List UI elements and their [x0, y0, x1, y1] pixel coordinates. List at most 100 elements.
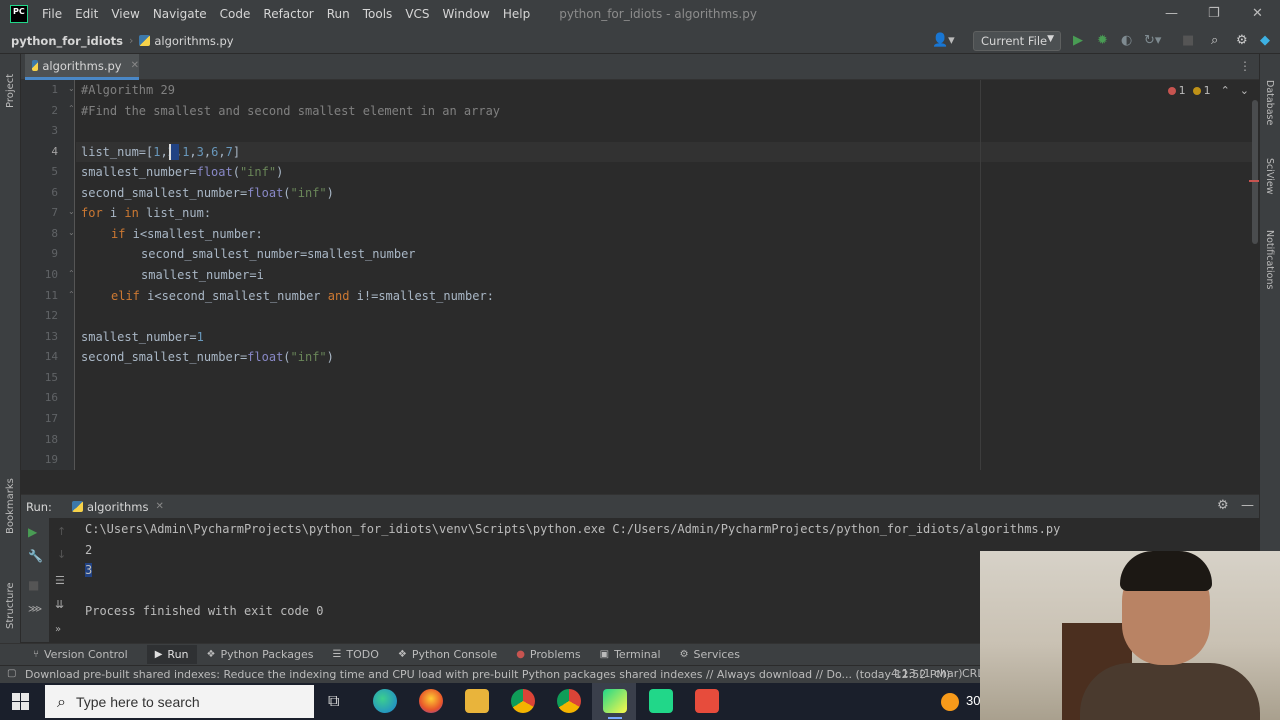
pycharm-ce-icon[interactable]: [649, 689, 673, 713]
code-line-2[interactable]: #Find the smallest and second smallest e…: [81, 104, 500, 124]
pycharm-taskbar-icon[interactable]: [603, 689, 627, 713]
fold-marker-icon[interactable]: ⌃: [68, 269, 76, 279]
rerun-icon[interactable]: ▶: [28, 525, 37, 539]
tab-run[interactable]: ▶ Run: [146, 645, 197, 664]
code-token: "inf": [290, 186, 327, 200]
code-line-4[interactable]: list_num=[1,2,1,3,6,7]: [81, 145, 240, 165]
hide-panel-icon[interactable]: —: [1241, 498, 1254, 513]
stop-icon[interactable]: ■: [28, 578, 39, 592]
menu-navigate[interactable]: Navigate: [153, 7, 207, 21]
settings-gear-icon[interactable]: ⚙: [1217, 498, 1229, 513]
menu-run[interactable]: Run: [327, 7, 350, 21]
close-window-icon[interactable]: ✕: [1252, 6, 1263, 21]
tab-todo[interactable]: ☰ TODO: [332, 648, 378, 661]
tab-problems[interactable]: ● Problems: [516, 648, 580, 661]
toggle-tool-windows-icon[interactable]: ▢: [7, 668, 16, 679]
minimize-icon[interactable]: —: [1165, 6, 1178, 21]
menu-file[interactable]: File: [42, 7, 62, 21]
code-line-13[interactable]: smallest_number=1: [81, 330, 204, 350]
wrench-icon[interactable]: 🔧: [28, 549, 43, 563]
menu-refactor[interactable]: Refactor: [263, 7, 313, 21]
profile-icon[interactable]: ↻▾: [1144, 33, 1161, 48]
more-actions-icon[interactable]: »: [55, 624, 61, 635]
fold-marker-icon[interactable]: ⌄: [68, 84, 76, 94]
code-line-1[interactable]: #Algorithm 29: [81, 83, 175, 103]
caret-position[interactable]: 4:13 (1 char): [891, 667, 963, 680]
stop-icon[interactable]: ■: [1182, 33, 1194, 48]
code-editor[interactable]: 1 2 3 4 5 6 7 8 9 10 11 12 13 14 15 16 1…: [21, 80, 1259, 470]
project-tool-button[interactable]: Project: [5, 74, 16, 108]
tab-algorithms-py[interactable]: algorithms.py ✕: [25, 54, 139, 80]
code-line-8[interactable]: if i<smallest_number:: [111, 227, 263, 247]
code-line-6[interactable]: second_smallest_number=float("inf"): [81, 186, 334, 206]
code-line-9[interactable]: second_smallest_number=smallest_number: [141, 247, 416, 267]
bookmarks-tool-button[interactable]: Bookmarks: [5, 478, 16, 534]
tab-terminal[interactable]: ▣ Terminal: [600, 648, 661, 661]
close-tab-icon[interactable]: ✕: [155, 501, 163, 512]
run-tab-algorithms[interactable]: algorithms ✕: [71, 500, 164, 514]
search-icon[interactable]: ⌕: [1211, 33, 1218, 48]
pycharm-logo-icon[interactable]: PC: [10, 5, 28, 23]
coverage-icon[interactable]: ◐: [1121, 33, 1132, 48]
debug-icon[interactable]: ✹: [1097, 33, 1108, 48]
soft-wrap-icon[interactable]: ☰: [55, 574, 65, 587]
scroll-down-icon[interactable]: ↓: [57, 548, 66, 561]
menu-vcs[interactable]: VCS: [405, 7, 429, 21]
menu-window[interactable]: Window: [443, 7, 490, 21]
run-icon[interactable]: ▶: [1073, 33, 1083, 48]
status-message[interactable]: Download pre-built shared indexes: Reduc…: [25, 668, 950, 681]
inspection-widget[interactable]: 1 1 ⌃ ⌄: [1167, 84, 1249, 97]
restore-icon[interactable]: ❐: [1208, 6, 1220, 21]
tab-label: Problems: [529, 648, 581, 661]
code-line-5[interactable]: smallest_number=float("inf"): [81, 165, 283, 185]
scroll-to-end-icon[interactable]: ⇊: [55, 598, 64, 611]
code-line-11[interactable]: elif i<second_smallest_number and i!=sma…: [111, 289, 494, 309]
tab-version-control[interactable]: ⑂ Version Control: [33, 648, 128, 661]
plugin-icon[interactable]: ◆: [1260, 33, 1270, 48]
weather-icon[interactable]: [941, 693, 959, 711]
tab-python-packages[interactable]: ❖ Python Packages: [207, 648, 314, 661]
tab-services[interactable]: ⚙ Services: [680, 648, 740, 661]
notifications-tool-button[interactable]: Notifications: [1264, 230, 1275, 289]
chrome-profile-icon[interactable]: [557, 689, 581, 713]
webcam-person-body: [1080, 663, 1260, 720]
user-icon[interactable]: 👤▾: [932, 33, 955, 48]
fold-marker-icon[interactable]: ⌄: [68, 228, 76, 238]
fold-marker-icon[interactable]: ⌄: [68, 207, 76, 217]
breadcrumb-file[interactable]: algorithms.py: [139, 34, 234, 48]
close-tab-icon[interactable]: ✕: [131, 60, 139, 71]
line-number: 17: [44, 412, 58, 425]
menu-help[interactable]: Help: [503, 7, 530, 21]
code-line-7[interactable]: for i in list_num:: [81, 206, 211, 226]
structure-tool-button[interactable]: Structure: [5, 582, 16, 629]
run-configuration-select[interactable]: Current File ▼: [973, 31, 1061, 51]
menu-code[interactable]: Code: [220, 7, 251, 21]
taskbar-search-box[interactable]: ⌕ Type here to search: [45, 685, 314, 718]
settings-gear-icon[interactable]: ⚙: [1236, 33, 1248, 48]
scroll-up-icon[interactable]: ↑: [57, 525, 66, 538]
editor-scrollbar[interactable]: [1252, 100, 1258, 244]
breadcrumb-project[interactable]: python_for_idiots: [11, 34, 123, 48]
red-app-icon[interactable]: [695, 689, 719, 713]
sciview-tool-button[interactable]: SciView: [1264, 158, 1275, 194]
pin-icon[interactable]: ⋙: [28, 604, 42, 615]
windows-start-icon[interactable]: [12, 693, 29, 710]
chrome-icon[interactable]: [511, 689, 535, 713]
previous-highlight-icon[interactable]: ⌃: [1221, 84, 1230, 97]
tab-options-icon[interactable]: ⋮: [1239, 59, 1251, 73]
menu-edit[interactable]: Edit: [75, 7, 98, 21]
file-explorer-icon[interactable]: [465, 689, 489, 713]
next-highlight-icon[interactable]: ⌄: [1240, 84, 1249, 97]
fold-marker-icon[interactable]: ⌃: [68, 104, 76, 114]
code-line-14[interactable]: second_smallest_number=float("inf"): [81, 350, 334, 370]
menu-tools[interactable]: Tools: [363, 7, 393, 21]
tab-python-console[interactable]: ❖ Python Console: [398, 648, 497, 661]
menu-view[interactable]: View: [111, 7, 139, 21]
fold-marker-icon[interactable]: ⌃: [68, 290, 76, 300]
edge-browser-icon[interactable]: [373, 689, 397, 713]
error-stripe-marker[interactable]: [1249, 180, 1259, 182]
firefox-icon[interactable]: [419, 689, 443, 713]
code-line-10[interactable]: smallest_number=i: [141, 268, 264, 288]
task-view-icon[interactable]: ⧉: [328, 691, 339, 711]
database-tool-button[interactable]: Database: [1264, 80, 1275, 125]
